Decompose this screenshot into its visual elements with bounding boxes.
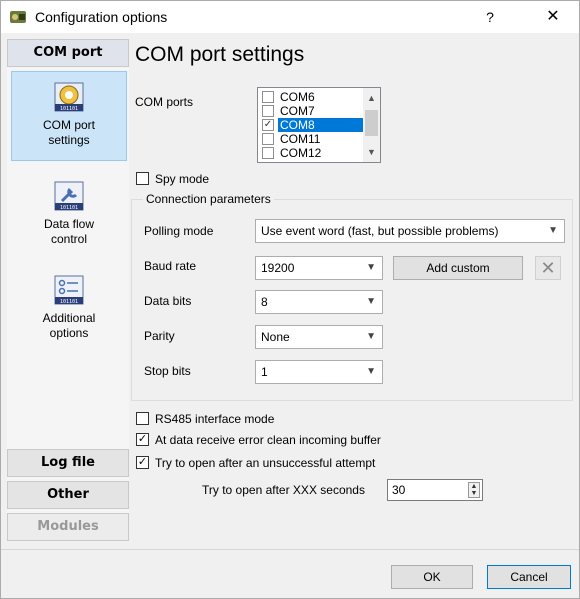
spy-mode-label: Spy mode — [155, 172, 210, 186]
list-scrollbar[interactable]: ▲ ▼ — [363, 88, 380, 162]
data-bits-value: 8 — [261, 295, 268, 309]
close-icon: ✕ — [535, 256, 561, 280]
list-item[interactable]: COM7 — [260, 104, 364, 118]
retry-seconds-value: 30 — [392, 483, 406, 497]
com-port-settings-icon: 101101 — [54, 82, 84, 112]
chevron-up-icon[interactable]: ▲ — [363, 90, 380, 106]
polling-mode-label: Polling mode — [144, 224, 214, 238]
data-bits-label: Data bits — [144, 294, 192, 308]
additional-options-icon: 101101 — [54, 275, 84, 305]
sidebar-item-label: control — [50, 232, 88, 246]
retry-seconds-stepper[interactable]: 30 ▲ ▼ — [387, 479, 483, 501]
sidebar-item-com-port-settings[interactable]: 101101 COM port settings — [11, 71, 127, 161]
chevron-down-icon: ▼ — [366, 296, 376, 307]
chevron-down-icon: ▼ — [366, 331, 376, 342]
add-custom-button[interactable]: Add custom — [393, 256, 523, 280]
sidebar: COM port 101101 COM port settings 101101… — [7, 39, 129, 541]
list-item[interactable]: COM11 — [260, 132, 364, 146]
sidebar-item-label: Data flow — [43, 217, 95, 231]
com-port-checkbox[interactable] — [262, 147, 274, 159]
cancel-button[interactable]: Cancel — [487, 565, 571, 589]
svg-text:101101: 101101 — [60, 106, 78, 112]
group-title: Connection parameters — [143, 192, 274, 206]
sidebar-header-com-port[interactable]: COM port — [7, 39, 129, 67]
sidebar-header-other[interactable]: Other — [7, 481, 129, 509]
help-button[interactable]: ? — [475, 5, 505, 29]
svg-text:101101: 101101 — [60, 205, 78, 211]
com-port-name: COM12 — [280, 146, 322, 160]
com-ports-label: COM ports — [135, 95, 194, 109]
polling-mode-value: Use event word (fast, but possible probl… — [261, 224, 499, 238]
retry-seconds-label: Try to open after XXX seconds — [202, 483, 365, 497]
com-port-checkbox[interactable] — [262, 91, 274, 103]
sidebar-item-label: settings — [48, 133, 90, 147]
parity-select[interactable]: None ▼ — [255, 325, 383, 349]
chevron-down-icon[interactable]: ▼ — [363, 144, 380, 160]
stop-bits-label: Stop bits — [144, 364, 191, 378]
baud-rate-select[interactable]: 19200 ▼ — [255, 256, 383, 280]
chevron-down-icon: ▼ — [366, 262, 376, 273]
stop-bits-select[interactable]: 1 ▼ — [255, 360, 383, 384]
window-title: Configuration options — [35, 9, 168, 25]
spin-arrows-icon[interactable]: ▲ ▼ — [468, 482, 480, 498]
parity-label: Parity — [144, 329, 175, 343]
polling-mode-select[interactable]: Use event word (fast, but possible probl… — [255, 219, 565, 243]
sidebar-item-label: Additional — [42, 311, 96, 325]
rs485-checkbox[interactable] — [136, 412, 149, 425]
sidebar-item-label: COM port — [42, 118, 95, 132]
close-button[interactable]: ✕ — [533, 5, 573, 29]
sidebar-item-label: options — [49, 326, 89, 340]
data-bits-select[interactable]: 8 ▼ — [255, 290, 383, 314]
com-port-checkbox[interactable] — [262, 133, 274, 145]
sidebar-header-log-file[interactable]: Log file — [7, 449, 129, 477]
com-port-name: COM6 — [280, 90, 315, 104]
svg-text:101101: 101101 — [60, 299, 78, 305]
title-bar: Configuration options ? ✕ — [1, 1, 579, 33]
baud-rate-label: Baud rate — [144, 259, 197, 273]
scrollbar-thumb[interactable] — [365, 110, 378, 136]
spy-mode-checkbox[interactable] — [136, 172, 149, 185]
baud-rate-value: 19200 — [261, 261, 295, 275]
page-title: COM port settings — [135, 43, 305, 66]
com-port-name: COM8 — [278, 118, 366, 132]
list-item[interactable]: COM12 — [260, 146, 364, 160]
data-flow-control-icon: 101101 — [54, 181, 84, 211]
sidebar-item-data-flow-control[interactable]: 101101 Data flow control — [11, 171, 127, 255]
configuration-window: Configuration options ? ✕ COM port 10110… — [0, 0, 580, 599]
com-port-checkbox[interactable]: ✓ — [262, 119, 274, 131]
clean-buffer-checkbox[interactable]: ✓ — [136, 433, 149, 446]
chevron-down-icon: ▼ — [366, 366, 376, 377]
clean-buffer-label: At data receive error clean incoming buf… — [155, 433, 381, 447]
parity-value: None — [261, 330, 290, 344]
com-port-checkbox[interactable] — [262, 105, 274, 117]
com-port-name: COM7 — [280, 104, 315, 118]
try-open-label: Try to open after an unsuccessful attemp… — [155, 456, 376, 470]
rs485-label: RS485 interface mode — [155, 412, 275, 426]
list-item[interactable]: ✓ COM8 — [260, 118, 366, 132]
list-item[interactable]: COM6 — [260, 90, 364, 104]
com-port-name: COM11 — [280, 132, 321, 146]
try-open-checkbox[interactable]: ✓ — [136, 456, 149, 469]
footer-divider — [1, 549, 579, 550]
chevron-down-icon: ▼ — [548, 225, 558, 236]
sidebar-header-modules: Modules — [7, 513, 129, 541]
stop-bits-value: 1 — [261, 365, 268, 379]
app-icon — [10, 11, 26, 23]
com-ports-list[interactable]: COM6 COM7 ✓ COM8 COM11 COM12 ▲ ▼ — [257, 87, 381, 163]
sidebar-item-additional-options[interactable]: 101101 Additional options — [11, 265, 127, 349]
ok-button[interactable]: OK — [391, 565, 473, 589]
